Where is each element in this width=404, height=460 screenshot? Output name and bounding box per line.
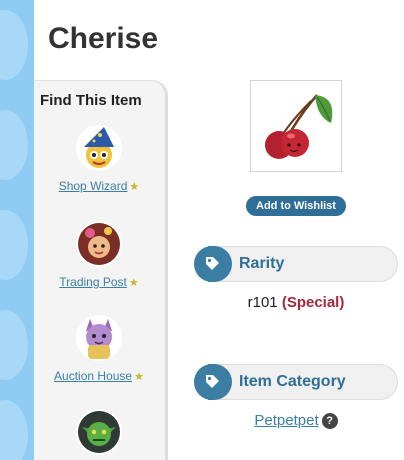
star-icon: ★ bbox=[128, 277, 139, 289]
find-item-title: Find This Item bbox=[40, 92, 142, 109]
safety-deposit-entry[interactable] bbox=[34, 409, 164, 455]
background-pattern bbox=[0, 310, 28, 380]
item-category-header: Item Category bbox=[194, 364, 398, 400]
star-icon: ★ bbox=[129, 181, 140, 193]
rarity-tier: (Special) bbox=[281, 294, 345, 311]
background-strip bbox=[0, 0, 34, 460]
trading-post-link[interactable]: Trading Post bbox=[59, 275, 127, 289]
auction-house-link[interactable]: Auction House bbox=[54, 369, 132, 383]
tag-icon bbox=[194, 364, 232, 400]
cherry-icon bbox=[265, 94, 333, 159]
shop-wizard-icon[interactable] bbox=[76, 125, 122, 171]
rarity-header: Rarity bbox=[194, 246, 398, 282]
add-to-wishlist-button[interactable]: Add to Wishlist bbox=[246, 196, 346, 216]
help-icon[interactable]: ? bbox=[321, 413, 338, 429]
star-icon: ★ bbox=[134, 371, 144, 383]
background-pattern bbox=[0, 400, 28, 460]
category-link[interactable]: Petpetpet bbox=[254, 412, 318, 429]
trading-post-icon[interactable] bbox=[76, 221, 122, 267]
item-image bbox=[250, 80, 342, 172]
page-title: Cherise bbox=[48, 22, 159, 55]
shop-wizard-entry[interactable]: Shop Wizard ★ bbox=[34, 125, 164, 193]
background-pattern bbox=[0, 210, 28, 280]
rarity-value: r101 (Special) bbox=[194, 294, 398, 311]
auction-house-icon[interactable] bbox=[76, 315, 122, 361]
item-category-header-label: Item Category bbox=[239, 373, 346, 390]
goblin-avatar-icon[interactable] bbox=[76, 409, 122, 455]
find-item-panel: Find This Item Shop Wizard ★ Trading Pos… bbox=[34, 80, 168, 460]
category-value: Petpetpet? bbox=[194, 412, 398, 429]
tag-icon bbox=[194, 246, 232, 282]
shop-wizard-link[interactable]: Shop Wizard bbox=[59, 179, 128, 193]
trading-post-entry[interactable]: Trading Post ★ bbox=[34, 221, 164, 289]
rarity-code: r101 bbox=[247, 294, 278, 311]
background-pattern bbox=[0, 10, 28, 80]
auction-house-entry[interactable]: Auction House ★ bbox=[34, 315, 164, 383]
rarity-header-label: Rarity bbox=[239, 255, 285, 272]
background-pattern bbox=[0, 110, 28, 180]
